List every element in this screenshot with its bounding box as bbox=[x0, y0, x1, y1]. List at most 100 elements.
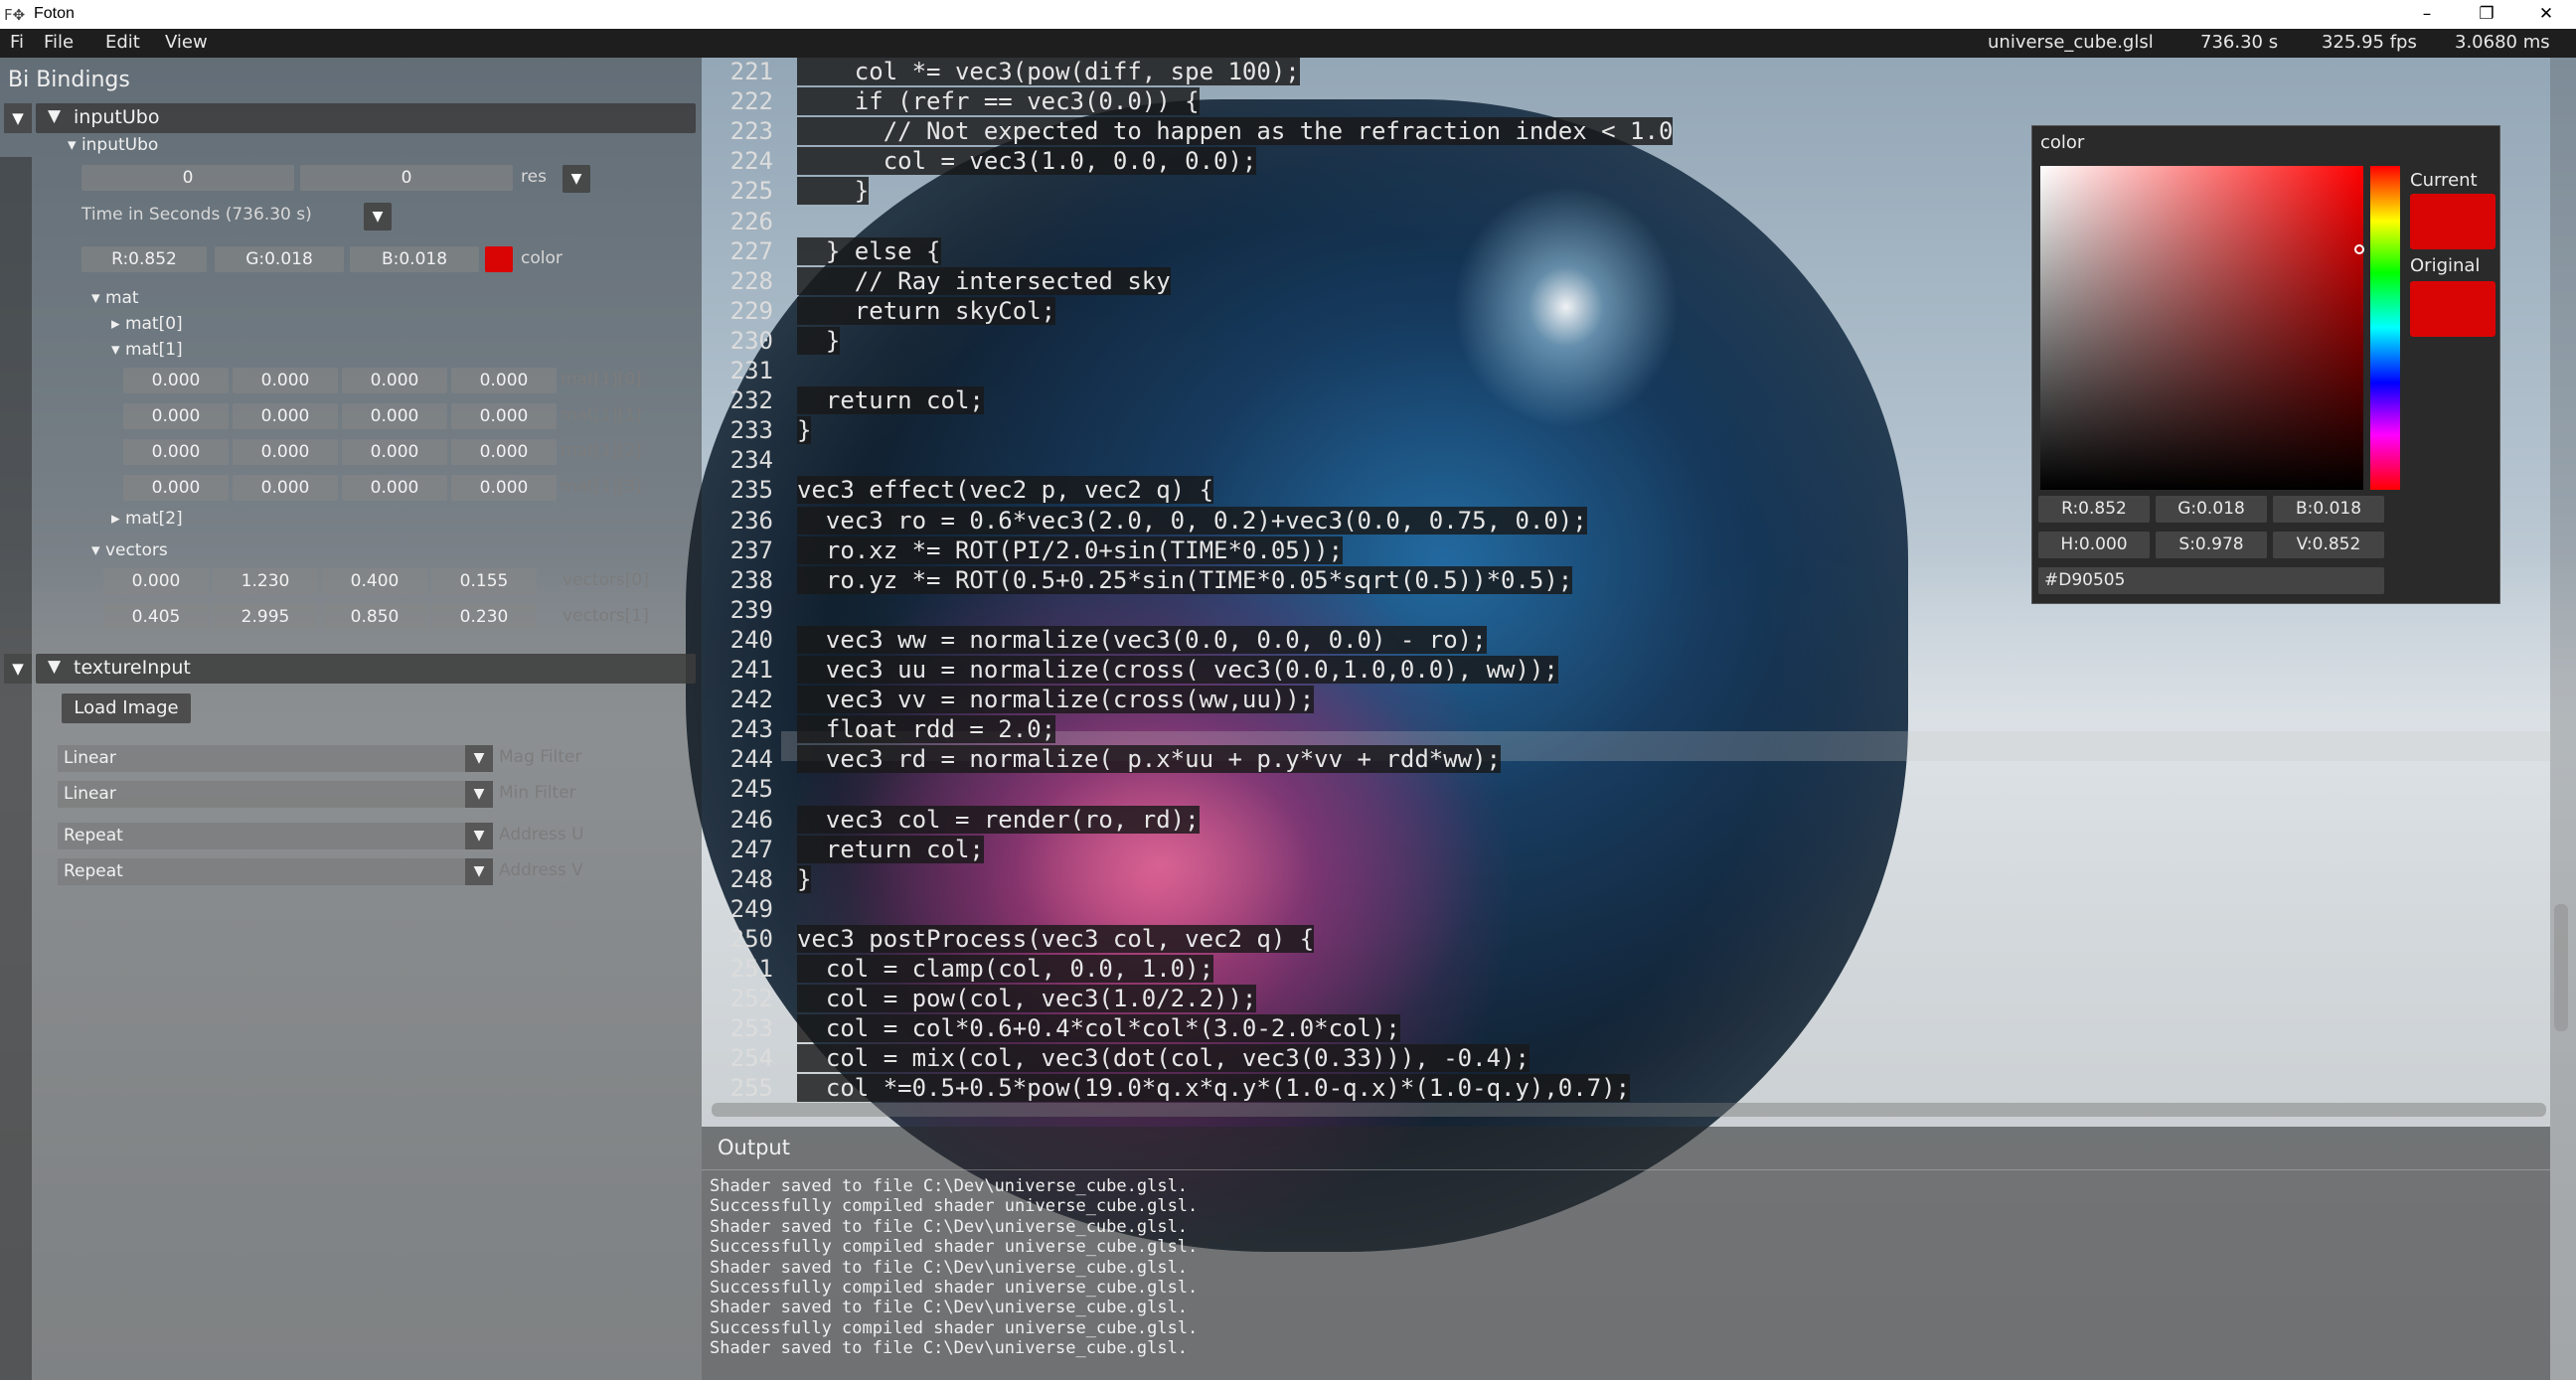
vector-cell[interactable]: 0.155 bbox=[431, 568, 537, 594]
saturation-value-square[interactable] bbox=[2040, 166, 2364, 490]
inputubo-header[interactable]: ▼ inputUbo bbox=[36, 103, 696, 133]
address-v-select[interactable]: Repeat ▼ bbox=[58, 858, 493, 885]
code-line[interactable]: } bbox=[797, 177, 870, 205]
code-line[interactable]: vec3 postProcess(vec3 col, vec2 q) { bbox=[797, 925, 1315, 953]
code-line[interactable]: // Ray intersected sky bbox=[797, 267, 1171, 295]
mat-cell[interactable]: 0.000 bbox=[233, 439, 338, 465]
original-color-swatch[interactable] bbox=[2410, 281, 2496, 337]
color-b-field[interactable]: B:0.018 bbox=[350, 246, 479, 272]
mat-cell[interactable]: 0.000 bbox=[342, 368, 447, 393]
res-dropdown-icon[interactable]: ▼ bbox=[563, 165, 590, 193]
mat-cell[interactable]: 0.000 bbox=[233, 368, 338, 393]
mat1-tree[interactable]: ▾ mat[1] bbox=[111, 340, 183, 360]
editor-horizontal-scrollbar[interactable] bbox=[712, 1103, 2546, 1117]
picker-hex-field[interactable]: #D90505 bbox=[2038, 567, 2384, 594]
code-line[interactable]: vec3 col = render(ro, rd); bbox=[797, 806, 1200, 834]
mat-cell[interactable]: 0.000 bbox=[451, 475, 557, 501]
menu-view[interactable]: View bbox=[165, 32, 208, 53]
status-frame-ms: 3.0680 ms bbox=[2455, 32, 2550, 53]
picker-r-field[interactable]: R:0.852 bbox=[2038, 496, 2150, 523]
collapse-icon[interactable]: ▼ bbox=[4, 103, 32, 133]
code-line[interactable]: col = col*0.6+0.4*col*col*(3.0-2.0*col); bbox=[797, 1014, 1400, 1042]
code-line[interactable]: return skyCol; bbox=[797, 297, 1056, 325]
color-swatch[interactable] bbox=[485, 246, 513, 272]
line-number: 222 bbox=[729, 87, 773, 115]
mat-tree[interactable]: ▾ mat bbox=[91, 288, 139, 308]
hue-slider[interactable] bbox=[2370, 166, 2400, 490]
vector-cell[interactable]: 0.000 bbox=[103, 568, 209, 594]
code-line[interactable]: vec3 vv = normalize(cross(ww,uu)); bbox=[797, 686, 1315, 713]
menu-edit[interactable]: Edit bbox=[105, 32, 140, 53]
picker-b-field[interactable]: B:0.018 bbox=[2273, 496, 2384, 523]
code-line[interactable]: col = vec3(1.0, 0.0, 0.0); bbox=[797, 147, 1257, 175]
code-line[interactable]: ro.xz *= ROT(PI/2.0+sin(TIME*0.05)); bbox=[797, 537, 1344, 564]
picker-s-field[interactable]: S:0.978 bbox=[2156, 532, 2267, 558]
menu-cut[interactable]: Fi bbox=[10, 32, 24, 53]
mat-cell[interactable]: 0.000 bbox=[123, 403, 229, 429]
editor-vertical-scrollbar[interactable] bbox=[2550, 58, 2576, 1380]
mat-cell[interactable]: 0.000 bbox=[342, 403, 447, 429]
code-line[interactable]: return col; bbox=[797, 386, 984, 414]
minimize-button[interactable]: – bbox=[2397, 0, 2457, 29]
code-line[interactable]: } bbox=[797, 865, 812, 893]
address-u-select[interactable]: Repeat ▼ bbox=[58, 823, 493, 849]
code-line[interactable]: vec3 ro = 0.6*vec3(2.0, 0, 0.2)+vec3(0.0… bbox=[797, 507, 1587, 535]
textureinput-header[interactable]: ▼ textureInput bbox=[36, 654, 696, 684]
res-y-field[interactable]: 0 bbox=[300, 165, 513, 191]
vector-cell[interactable]: 1.230 bbox=[213, 568, 318, 594]
vector-cell[interactable]: 0.230 bbox=[431, 604, 537, 630]
code-line[interactable]: col *=0.5+0.5*pow(19.0*q.x*q.y*(1.0-q.x)… bbox=[797, 1074, 1631, 1102]
mat2-tree[interactable]: ▸ mat[2] bbox=[111, 509, 183, 529]
mat-cell[interactable]: 0.000 bbox=[451, 403, 557, 429]
mat0-tree[interactable]: ▸ mat[0] bbox=[111, 314, 183, 334]
vector-cell[interactable]: 0.400 bbox=[322, 568, 427, 594]
code-line[interactable]: } bbox=[797, 327, 841, 355]
code-line[interactable]: vec3 uu = normalize(cross( vec3(0.0,1.0,… bbox=[797, 656, 1558, 684]
code-line[interactable]: return col; bbox=[797, 836, 984, 863]
picker-v-field[interactable]: V:0.852 bbox=[2273, 532, 2384, 558]
code-line[interactable]: ro.yz *= ROT(0.5+0.25*sin(TIME*0.05*sqrt… bbox=[797, 566, 1573, 594]
mag-filter-select[interactable]: Linear ▼ bbox=[58, 745, 493, 772]
mat-cell[interactable]: 0.000 bbox=[123, 439, 229, 465]
collapse-icon[interactable]: ▼ bbox=[4, 654, 32, 684]
load-image-button[interactable]: Load Image bbox=[62, 693, 191, 723]
code-line[interactable]: col = pow(col, vec3(1.0/2.2)); bbox=[797, 985, 1257, 1012]
res-x-field[interactable]: 0 bbox=[81, 165, 294, 191]
time-dropdown-icon[interactable]: ▼ bbox=[364, 203, 392, 230]
code-line[interactable]: float rdd = 2.0; bbox=[797, 715, 1056, 743]
code-line[interactable]: col = mix(col, vec3(dot(col, vec3(0.33))… bbox=[797, 1044, 1530, 1072]
mat-cell[interactable]: 0.000 bbox=[451, 439, 557, 465]
mat-cell[interactable]: 0.000 bbox=[342, 475, 447, 501]
mat-cell[interactable]: 0.000 bbox=[451, 368, 557, 393]
code-line[interactable]: vec3 ww = normalize(vec3(0.0, 0.0, 0.0) … bbox=[797, 626, 1487, 654]
code-line[interactable]: col *= vec3(pow(diff, spe 100); bbox=[797, 58, 1300, 85]
output-divider bbox=[702, 1169, 2550, 1170]
code-line[interactable]: // Not expected to happen as the refract… bbox=[797, 117, 1674, 145]
mat-cell[interactable]: 0.000 bbox=[342, 439, 447, 465]
restore-button[interactable]: ❐ bbox=[2457, 0, 2516, 29]
code-line[interactable]: } bbox=[797, 416, 812, 444]
inputubo-subtree[interactable]: ▾ inputUbo bbox=[68, 135, 158, 155]
code-line[interactable]: if (refr == vec3(0.0)) { bbox=[797, 87, 1200, 115]
color-g-field[interactable]: G:0.018 bbox=[215, 246, 344, 272]
vector-cell[interactable]: 0.850 bbox=[322, 604, 427, 630]
close-button[interactable]: ✕ bbox=[2516, 0, 2576, 29]
min-filter-select[interactable]: Linear ▼ bbox=[58, 781, 493, 808]
picker-h-field[interactable]: H:0.000 bbox=[2038, 532, 2150, 558]
vector-cell[interactable]: 0.405 bbox=[103, 604, 209, 630]
picker-g-field[interactable]: G:0.018 bbox=[2156, 496, 2267, 523]
code-line[interactable]: vec3 rd = normalize( p.x*uu + p.y*vv + r… bbox=[797, 745, 1502, 773]
code-line[interactable]: } else { bbox=[797, 237, 941, 265]
mat-cell[interactable]: 0.000 bbox=[233, 403, 338, 429]
menu-file[interactable]: File bbox=[44, 32, 74, 53]
code-line[interactable]: col = clamp(col, 0.0, 1.0); bbox=[797, 955, 1214, 983]
sv-cursor[interactable] bbox=[2354, 244, 2364, 254]
code-line[interactable]: vec3 effect(vec2 p, vec2 q) { bbox=[797, 476, 1214, 504]
mat-cell[interactable]: 0.000 bbox=[123, 475, 229, 501]
vectors-tree[interactable]: ▾ vectors bbox=[91, 540, 168, 560]
color-r-field[interactable]: R:0.852 bbox=[81, 246, 207, 272]
vector-cell[interactable]: 2.995 bbox=[213, 604, 318, 630]
mat-cell[interactable]: 0.000 bbox=[123, 368, 229, 393]
scrollbar-thumb[interactable] bbox=[2554, 904, 2568, 1031]
mat-cell[interactable]: 0.000 bbox=[233, 475, 338, 501]
